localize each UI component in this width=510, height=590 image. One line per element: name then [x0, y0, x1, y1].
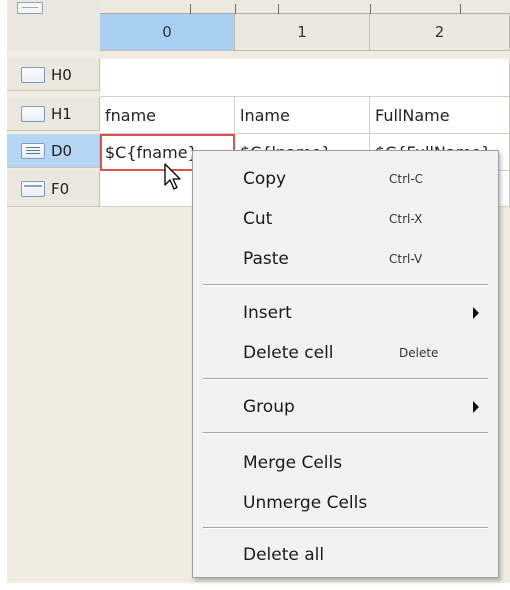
row-header-d0[interactable]: D0 [7, 134, 100, 168]
menu-item-shortcut: Ctrl-X [389, 212, 423, 226]
menu-item-cut[interactable]: Cut Ctrl-X [193, 199, 498, 239]
menu-item-label: Unmerge Cells [243, 493, 368, 513]
mouse-pointer-icon [164, 163, 181, 190]
menu-separator [203, 527, 488, 529]
menu-item-label: Group [243, 397, 295, 417]
header-row-icon [21, 66, 45, 83]
menu-item-paste[interactable]: Paste Ctrl-V [193, 239, 498, 279]
menu-separator [203, 378, 488, 380]
menu-item-delete-all[interactable]: Delete all [193, 535, 498, 575]
menu-item-delete-cell[interactable]: Delete cell Delete [193, 333, 498, 373]
menu-item-label: Delete all [243, 545, 325, 565]
row-label: H0 [51, 65, 72, 84]
data-row-icon [21, 142, 45, 159]
menu-item-label: Insert [243, 303, 292, 323]
menu-item-merge-cells[interactable]: Merge Cells [193, 443, 498, 483]
context-menu: Copy Ctrl-C Cut Ctrl-X Paste Ctrl-V Inse… [192, 150, 499, 578]
menu-item-label: Paste [243, 249, 289, 269]
menu-item-unmerge-cells[interactable]: Unmerge Cells [193, 483, 498, 523]
menu-item-group[interactable]: Group [193, 387, 498, 427]
corner-select-all[interactable] [7, 0, 100, 51]
menu-item-label: Delete cell [243, 343, 334, 363]
header-row-icon [21, 105, 45, 122]
column-header-2[interactable]: 2 [370, 14, 510, 51]
menu-separator [203, 432, 488, 434]
row-header-f0[interactable]: F0 [7, 171, 100, 207]
menu-item-shortcut: Delete [399, 346, 439, 360]
menu-item-insert[interactable]: Insert [193, 293, 498, 333]
submenu-arrow-icon [473, 307, 479, 319]
menu-item-label: Merge Cells [243, 453, 343, 473]
footer-row-icon [21, 180, 45, 197]
table-cell[interactable] [100, 59, 510, 97]
column-header-0[interactable]: 0 [100, 14, 235, 51]
menu-item-label: Cut [243, 209, 273, 229]
table-cell[interactable]: FullName [370, 97, 510, 134]
menu-item-shortcut: Ctrl-C [389, 172, 424, 186]
table-cell[interactable]: fname [100, 97, 235, 134]
row-label: H1 [51, 104, 72, 123]
column-header-1[interactable]: 1 [235, 14, 370, 51]
row-header-h0[interactable]: H0 [7, 59, 100, 91]
menu-item-shortcut: Ctrl-V [389, 252, 423, 266]
submenu-arrow-icon [473, 401, 479, 413]
menu-item-label: Copy [243, 169, 287, 189]
menu-separator [203, 284, 488, 286]
ruler [100, 0, 510, 14]
menu-item-copy[interactable]: Copy Ctrl-C [193, 159, 498, 199]
row-header-h1[interactable]: H1 [7, 97, 100, 131]
table-icon [17, 2, 43, 14]
table-cell[interactable]: lname [235, 97, 370, 134]
row-label: F0 [51, 179, 70, 198]
row-label: D0 [51, 141, 73, 160]
